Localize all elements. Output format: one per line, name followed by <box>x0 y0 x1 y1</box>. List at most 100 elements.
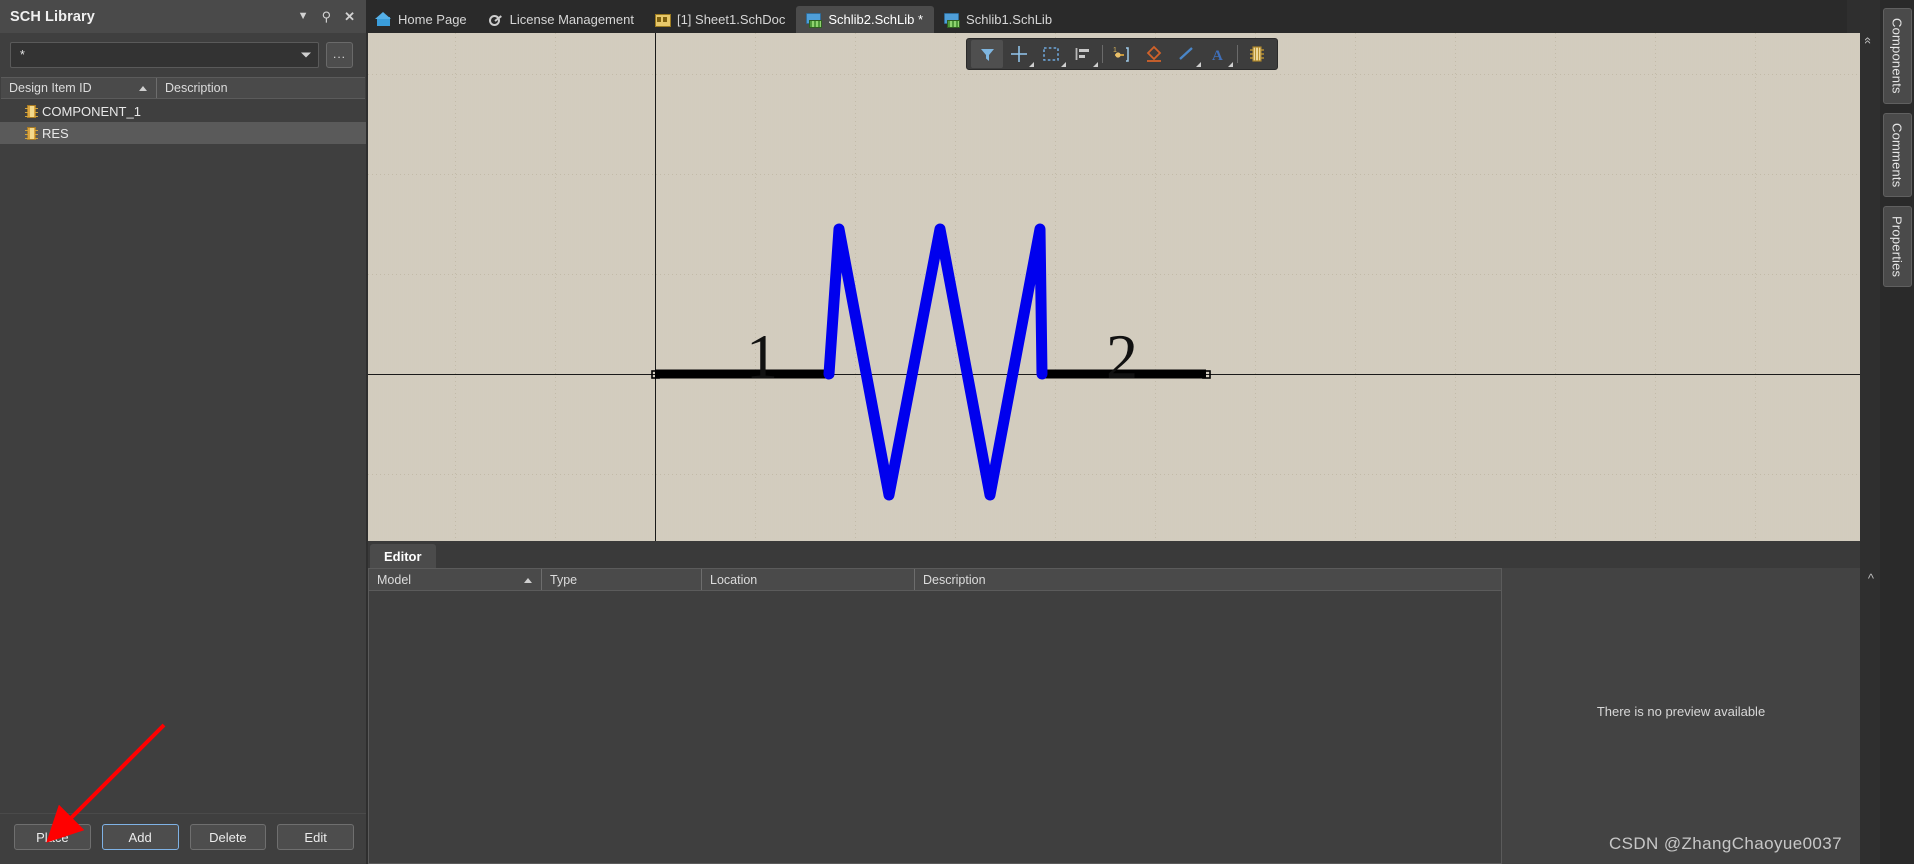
column-header-label: Description <box>165 81 228 95</box>
component-chip-icon <box>25 104 38 118</box>
schematic-library-canvas[interactable]: 1 2 1 A <box>368 33 1860 541</box>
tab-home-page[interactable]: Home Page <box>366 6 478 33</box>
preview-empty-message: There is no preview available <box>1596 704 1766 719</box>
place-text-tool-button[interactable]: A <box>1202 40 1234 68</box>
schematic-drawing-toolbar: 1 A <box>966 38 1278 70</box>
vertical-tab-properties[interactable]: Properties <box>1882 206 1912 288</box>
component-preview-pane: There is no preview available <box>1502 568 1860 864</box>
column-header-description[interactable]: Description <box>914 569 1501 590</box>
list-item[interactable]: RES <box>0 122 366 144</box>
home-icon <box>375 12 391 27</box>
place-shape-tool-button[interactable] <box>1138 40 1170 68</box>
svg-text:A: A <box>1212 48 1223 63</box>
funnel-icon <box>980 48 994 61</box>
list-item-label: COMPONENT_1 <box>42 103 141 119</box>
column-header-label: Location <box>710 572 758 587</box>
chevron-down-icon <box>1196 62 1201 67</box>
application-window: SCH Library ▼ ⚲ ✕ * ... Design Item ID D… <box>0 0 1914 864</box>
toolbar-separator <box>1102 45 1103 63</box>
align-tool-button[interactable] <box>1067 40 1099 68</box>
place-component-tool-button[interactable] <box>1241 40 1273 68</box>
place-text-icon: A <box>1212 48 1223 63</box>
key-icon <box>488 12 503 27</box>
document-tab-bar: Home Page License Management [1] Sheet1.… <box>366 0 1847 33</box>
column-header-label: Design Item ID <box>9 81 92 95</box>
tab-label: Home Page <box>398 12 467 27</box>
panel-titlebar-icons: ▼ ⚲ ✕ <box>298 10 358 23</box>
canvas-collapse-chevron-icon[interactable]: « <box>1861 37 1876 42</box>
filter-row: * ... <box>0 33 366 77</box>
panel-pin-icon[interactable]: ⚲ <box>322 10 332 23</box>
align-left-icon <box>1075 48 1089 60</box>
panel-titlebar: SCH Library ▼ ⚲ ✕ <box>0 0 366 33</box>
column-header-description[interactable]: Description <box>156 78 365 98</box>
tab-label: Schlib2.SchLib * <box>828 12 924 27</box>
pin-1-number: 1 <box>746 321 778 392</box>
vertical-tab-comments[interactable]: Comments <box>1882 112 1912 198</box>
place-line-tool-button[interactable] <box>1170 40 1202 68</box>
filter-tool-button[interactable] <box>971 40 1003 68</box>
tab-editor[interactable]: Editor <box>370 544 436 568</box>
schematic-document-icon <box>654 12 671 27</box>
rectangle-selection-icon <box>1043 47 1059 61</box>
pin-2-number: 2 <box>1106 321 1138 392</box>
rectangle-select-tool-button[interactable] <box>1035 40 1067 68</box>
vertical-tab-components[interactable]: Components <box>1882 8 1912 104</box>
sch-library-panel: SCH Library ▼ ⚲ ✕ * ... Design Item ID D… <box>0 0 366 864</box>
tab-sheet1-schdoc[interactable]: [1] Sheet1.SchDoc <box>645 6 796 33</box>
column-header-label: Description <box>923 572 986 587</box>
tab-label: License Management <box>509 12 634 27</box>
column-header-location[interactable]: Location <box>701 569 914 590</box>
list-item[interactable]: COMPONENT_1 <box>0 100 366 122</box>
column-header-type[interactable]: Type <box>541 569 701 590</box>
delete-button[interactable]: Delete <box>189 824 267 850</box>
resistor-zigzag-body[interactable] <box>823 223 1048 501</box>
schematic-library-icon <box>944 12 961 28</box>
panel-close-icon[interactable]: ✕ <box>344 10 355 23</box>
filter-options-button[interactable]: ... <box>326 42 353 68</box>
add-button[interactable]: Add <box>101 824 179 850</box>
component-chip-icon <box>1250 46 1264 62</box>
panel-title: SCH Library <box>10 8 95 25</box>
models-grid[interactable]: Model Type Location Description <box>368 568 1502 864</box>
svg-text:1: 1 <box>1113 47 1117 54</box>
column-header-label: Model <box>377 572 412 587</box>
crosshair-tool-button[interactable] <box>1003 40 1035 68</box>
tab-schlib2-schlib[interactable]: Schlib2.SchLib * <box>796 6 935 33</box>
resistor-symbol[interactable]: 1 2 <box>368 33 1860 541</box>
chevron-down-icon <box>1093 62 1098 67</box>
crosshair-icon <box>1011 46 1027 62</box>
place-button[interactable]: Place <box>14 824 91 850</box>
design-items-grid-header: Design Item ID Description <box>1 77 365 99</box>
panel-dropdown-icon[interactable]: ▼ <box>298 11 309 22</box>
tab-schlib1-schlib[interactable]: Schlib1.SchLib <box>934 6 1063 33</box>
place-pin-tool-button[interactable]: 1 <box>1106 40 1138 68</box>
lower-panel: Model Type Location Description There is… <box>368 568 1860 864</box>
place-pin-icon: 1 <box>1113 47 1129 62</box>
panel-body: * ... Design Item ID Description COMPONE… <box>0 33 366 864</box>
chevron-down-icon <box>301 52 311 58</box>
lower-panel-collapse-chevron-icon[interactable]: ^ <box>1868 572 1874 585</box>
design-items-list: COMPONENT_1 RES <box>0 99 366 813</box>
models-grid-header: Model Type Location Description <box>369 569 1501 591</box>
column-header-model[interactable]: Model <box>369 569 541 590</box>
watermark-text: CSDN @ZhangChaoyue0037 <box>1608 834 1842 853</box>
column-header-label: Type <box>550 572 578 587</box>
panel-button-row: Place Add Delete Edit <box>0 813 366 864</box>
edit-button[interactable]: Edit <box>277 824 354 850</box>
chevron-down-icon <box>1061 62 1066 67</box>
chevron-down-icon <box>1029 62 1034 67</box>
place-line-icon <box>1179 47 1193 60</box>
column-header-design-item-id[interactable]: Design Item ID <box>1 78 156 98</box>
library-filter-value: * <box>20 48 25 62</box>
tab-license-management[interactable]: License Management <box>478 6 645 33</box>
toolbar-separator <box>1237 45 1238 63</box>
schematic-library-icon <box>806 12 823 28</box>
library-filter-combobox[interactable]: * <box>10 42 319 68</box>
right-side-panel-rail: Components Comments Properties <box>1880 0 1914 864</box>
sort-ascending-icon <box>524 577 532 583</box>
editor-tab-strip: Editor <box>368 541 1860 568</box>
list-item-label: RES <box>42 125 69 141</box>
tab-label: [1] Sheet1.SchDoc <box>676 12 786 27</box>
sort-ascending-icon <box>139 86 147 91</box>
